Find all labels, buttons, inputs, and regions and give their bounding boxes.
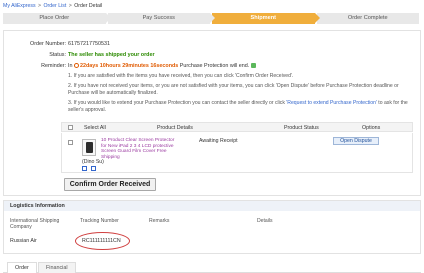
message-icon[interactable] xyxy=(82,166,87,171)
product-name-link[interactable]: 10 Product Clear Screen Protector for Ne… xyxy=(101,138,175,160)
breadcrumb-separator: > xyxy=(38,3,42,9)
reminder-label: Reminder: xyxy=(41,63,66,69)
details-header: Details xyxy=(257,218,273,224)
shipping-company-value: Russian Air xyxy=(10,238,37,244)
select-all-checkbox[interactable] xyxy=(68,125,73,130)
options-header: Options xyxy=(362,125,381,131)
breadcrumb-current: Order Detail xyxy=(74,3,103,9)
product-details-header: Product Details xyxy=(157,125,193,131)
tab-financial[interactable]: Financial xyxy=(38,262,76,273)
protection-shield-icon xyxy=(250,63,256,69)
instruction-note-2: 2. If you have not received your items, … xyxy=(68,83,399,96)
status-value: The seller has shipped your order xyxy=(68,52,155,58)
breadcrumb: My AliExpress > Order List > Order Detai… xyxy=(3,3,102,9)
annotation-circle xyxy=(75,232,130,250)
order-progress-steps: Place Order Pay Success Shipment Order C… xyxy=(3,13,421,24)
confirm-order-received-button[interactable]: Confirm Order Received xyxy=(64,178,156,191)
order-tabs: Order Financial xyxy=(3,262,421,273)
step-order-complete: Order Complete xyxy=(316,13,419,24)
product-status-header: Product Status xyxy=(284,125,319,131)
status-label: Status: xyxy=(49,52,66,58)
tab-order[interactable]: Order xyxy=(7,262,37,273)
reminder-line: In 22days 10hours 29minutes 16seconds Pu… xyxy=(68,63,256,69)
order-number-value: 61757217750531 xyxy=(68,41,110,47)
remarks-header: Remarks xyxy=(149,218,170,224)
note3-prefix: 3. If you would like to extend your Purc… xyxy=(68,100,285,106)
order-number-label: Order Number: xyxy=(30,41,66,47)
product-status: Awaiting Receipt xyxy=(199,138,238,144)
reminder-prefix: In xyxy=(68,63,73,69)
extend-protection-link[interactable]: 'Request to extend Purchase Protection' xyxy=(286,100,377,106)
step-place-order: Place Order xyxy=(3,13,110,24)
breadcrumb-order-list-link[interactable]: Order List xyxy=(44,3,67,9)
contact-icon[interactable] xyxy=(91,166,96,171)
seller-name: (Dino Su) xyxy=(82,159,104,165)
select-all-label: Select All xyxy=(84,125,106,131)
breadcrumb-separator: > xyxy=(68,3,72,9)
logistics-panel: Logistics Information International Ship… xyxy=(3,200,421,254)
step-pay-success: Pay Success xyxy=(107,13,215,24)
logistics-title: Logistics Information xyxy=(4,201,420,211)
breadcrumb-home-link[interactable]: My AliExpress xyxy=(3,3,36,9)
step-shipment: Shipment xyxy=(212,13,319,24)
open-dispute-button[interactable]: Open Dispute xyxy=(333,137,379,145)
shipping-company-header: International Shipping Company xyxy=(10,218,60,230)
product-table-header: Select All Product Details Product Statu… xyxy=(61,122,413,132)
instruction-note-3: 3. If you would like to extend your Purc… xyxy=(68,100,418,113)
product-checkbox[interactable] xyxy=(68,140,73,145)
countdown-timer: 22days 10hours 29minutes 16seconds xyxy=(80,63,179,69)
instruction-note-1: 1. If you are satisfied with the items y… xyxy=(68,73,294,79)
product-thumbnail[interactable] xyxy=(82,139,96,156)
clock-icon xyxy=(74,63,79,69)
product-row: 10 Product Clear Screen Protector for Ne… xyxy=(61,133,413,173)
tracking-number-header: Tracking Number xyxy=(80,218,119,224)
reminder-suffix: Purchase Protection will end. xyxy=(179,63,250,69)
